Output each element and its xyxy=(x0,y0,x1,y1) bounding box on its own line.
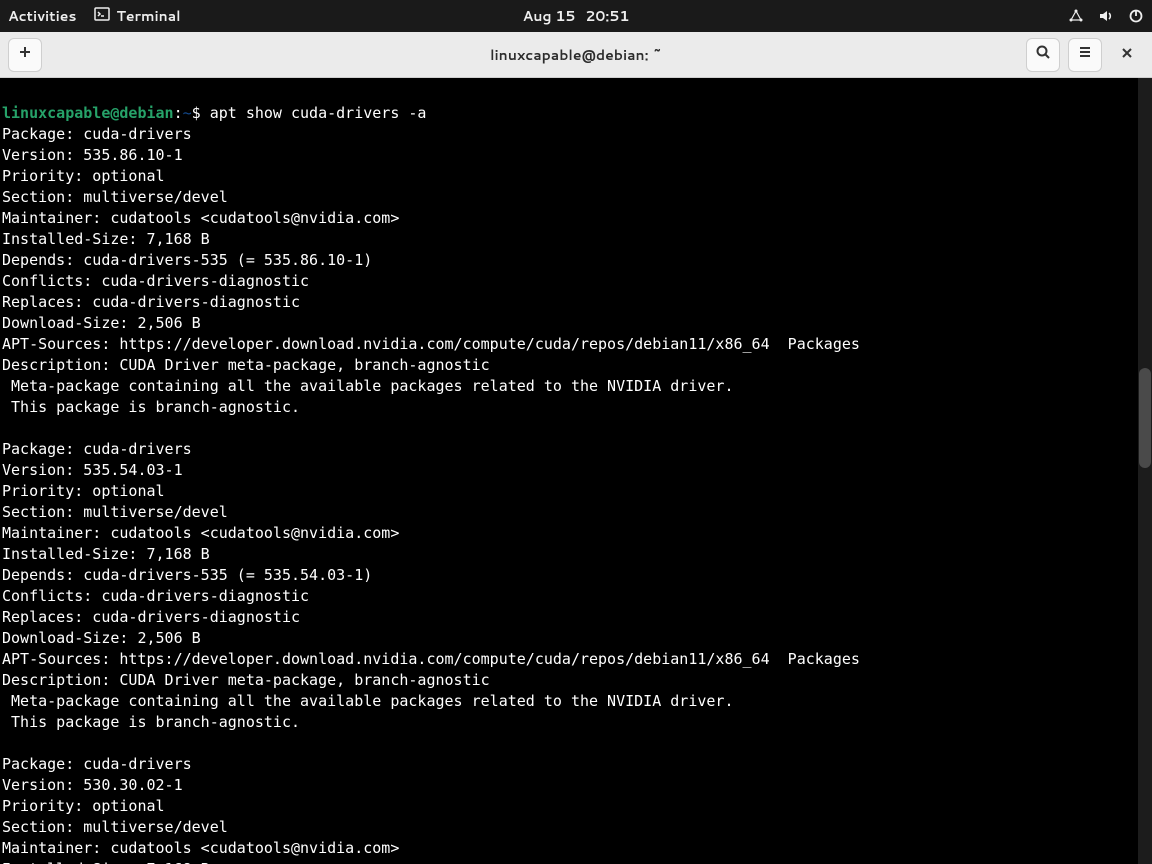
close-icon xyxy=(1120,43,1134,66)
prompt-user-host: linuxcapable@debian xyxy=(2,104,174,122)
window-title: linuxcapable@debian: ~ xyxy=(490,45,662,65)
running-app-indicator[interactable]: Terminal xyxy=(94,6,180,27)
terminal-icon xyxy=(94,6,110,27)
scrollbar-track[interactable] xyxy=(1138,78,1152,864)
volume-icon xyxy=(1098,8,1114,24)
power-icon xyxy=(1128,8,1144,24)
top-bar-left: Activities Terminal xyxy=(8,6,181,27)
activities-button[interactable]: Activities xyxy=(8,6,76,26)
terminal-header-bar: linuxcapable@debian: ~ xyxy=(0,32,1152,78)
clock[interactable]: Aug 15 20:51 xyxy=(523,6,630,26)
search-icon xyxy=(1035,43,1051,66)
gnome-top-bar: Activities Terminal Aug 15 20:51 xyxy=(0,0,1152,32)
hamburger-icon xyxy=(1077,43,1093,66)
close-window-button[interactable] xyxy=(1110,38,1144,72)
system-status-area[interactable] xyxy=(1068,8,1144,24)
terminal-viewport[interactable]: linuxcapable@debian:~$ apt show cuda-dri… xyxy=(0,78,1152,864)
prompt-dollar: $ xyxy=(192,104,201,122)
prompt-colon: : xyxy=(174,104,183,122)
scrollbar-thumb[interactable] xyxy=(1139,368,1151,468)
command-output: Package: cuda-drivers Version: 535.86.10… xyxy=(2,125,860,864)
prompt-path: ~ xyxy=(183,104,192,122)
terminal-text[interactable]: linuxcapable@debian:~$ apt show cuda-dri… xyxy=(2,103,1150,864)
typed-command: apt show cuda-drivers -a xyxy=(201,104,427,122)
clock-date: Aug 15 xyxy=(523,6,576,26)
new-tab-button[interactable] xyxy=(8,38,42,72)
search-button[interactable] xyxy=(1026,38,1060,72)
header-right xyxy=(1026,38,1144,72)
hamburger-menu-button[interactable] xyxy=(1068,38,1102,72)
running-app-name: Terminal xyxy=(116,6,180,26)
plus-icon xyxy=(17,43,33,66)
clock-time: 20:51 xyxy=(585,6,629,26)
network-icon xyxy=(1068,8,1084,24)
